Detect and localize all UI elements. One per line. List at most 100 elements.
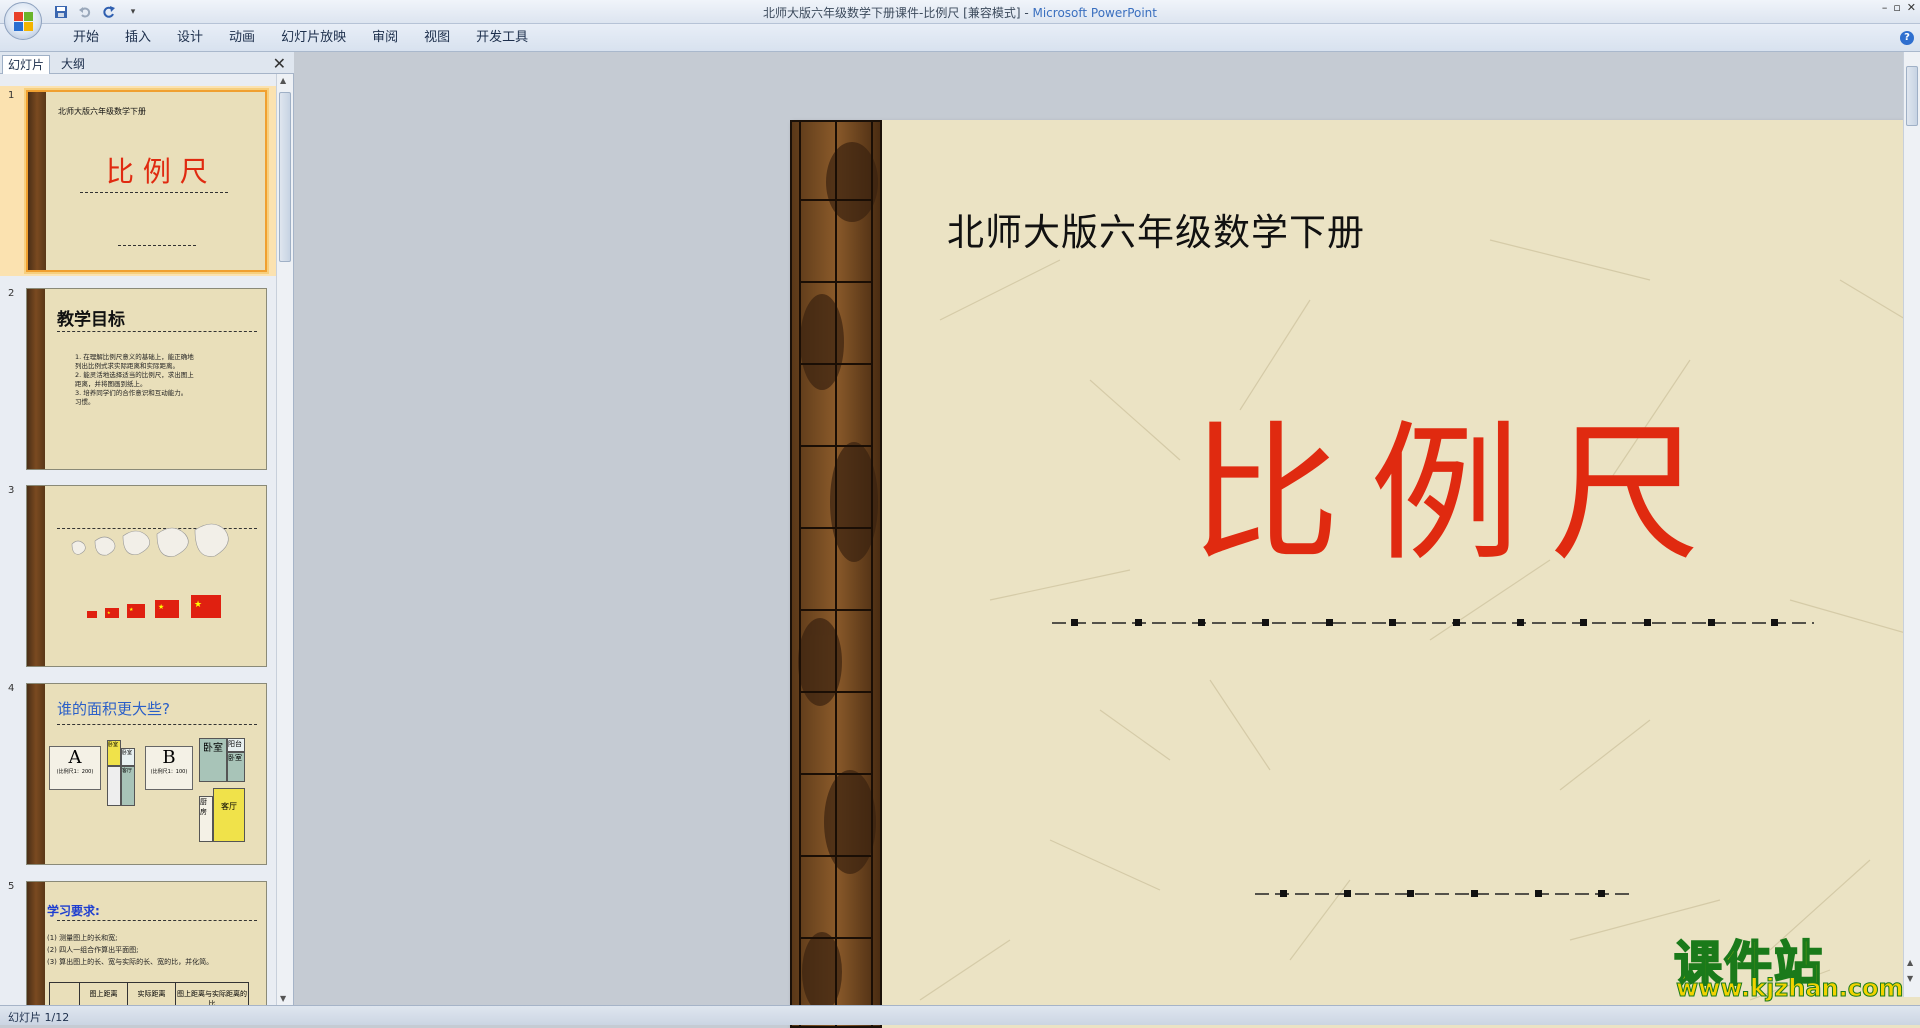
tab-animations[interactable]: 动画	[216, 30, 268, 46]
status-bar: 幻灯片 1/12	[0, 1005, 1920, 1025]
thumb-title: 谁的面积更大些?	[57, 700, 170, 718]
room: 卧室	[121, 748, 135, 766]
dotted-divider-top	[1052, 619, 1814, 626]
slide-pane: 幻灯片 大纲 ✕ 1 北师大版六年级数学下册 比 例 尺 2 教学目标 1. 在…	[0, 52, 294, 1005]
slide-subtitle[interactable]: 北师大版六年级数学下册	[947, 202, 1365, 256]
tab-home[interactable]: 开始	[60, 30, 112, 46]
thumb-divider	[118, 245, 196, 246]
slide-thumbnails: 1 北师大版六年级数学下册 比 例 尺 2 教学目标 1. 在理解比例尺意义的基…	[0, 74, 276, 1005]
thumb-body: 1. 在理解比例尺意义的基础上，能正确地 列出比例式求实际距离和实际距离。 2.…	[75, 353, 194, 407]
thumb-divider	[57, 724, 257, 725]
thumbnail-row-5[interactable]: 5 学习要求: (1) 测量图上的长和宽; (2) 四人一组合作算出平面图; (…	[0, 877, 276, 1005]
svg-text:★: ★	[194, 600, 202, 610]
thumb-body: (1) 测量图上的长和宽; (2) 四人一组合作算出平面图; (3) 算出图上的…	[47, 932, 213, 968]
scroll-down-icon[interactable]: ▼	[280, 994, 286, 1003]
scroll-up-icon[interactable]: ▲	[280, 76, 286, 85]
thumb-line: (3) 算出图上的长、宽与实际的长、宽的比，并化简。	[47, 958, 214, 966]
thumb-line: (1) 测量图上的长和宽;	[47, 934, 118, 942]
thumb-divider	[57, 331, 257, 332]
thumb-line: 距离，并将图画到纸上。	[75, 380, 147, 388]
thumb-table: 图上距离 实际距离 图上距离与实际距离的比	[49, 982, 249, 1005]
thumb-spine	[27, 684, 45, 864]
thumb-divider	[80, 192, 228, 193]
close-icon[interactable]: ✕	[1907, 1, 1916, 14]
title-bar: ▾ 北师大版六年级数学下册课件-比例尺 [兼容模式] - Microsoft P…	[0, 0, 1920, 24]
thumbnail-row-3[interactable]: 3 ★ ★ ★ ★	[0, 481, 276, 671]
slide-thumbnail-1[interactable]: 北师大版六年级数学下册 比 例 尺	[26, 90, 267, 272]
watermark-url: www.kjzhan.com	[1675, 974, 1904, 1003]
room: 厨房	[199, 796, 213, 842]
thumbnail-number: 4	[8, 683, 15, 694]
tab-slideshow[interactable]: 幻灯片放映	[268, 30, 359, 46]
scale-label: (比例尺1：200)	[56, 769, 94, 775]
minimize-icon[interactable]: –	[1882, 1, 1888, 14]
thumb-spine	[27, 289, 45, 469]
tab-view[interactable]: 视图	[411, 30, 463, 46]
table-cell: 实际距离	[128, 983, 176, 1005]
room	[107, 766, 121, 806]
thumbnail-row-4[interactable]: 4 谁的面积更大些? A (比例尺1：200) 卧室 卧室 客厅 B (比例尺1…	[0, 679, 276, 869]
office-button[interactable]	[4, 2, 42, 40]
label-b: B	[162, 747, 176, 768]
thumb-line: 列出比例式求实际距离和实际距离。	[75, 362, 179, 370]
scroll-next-slide-icon[interactable]: ▼	[1907, 974, 1913, 983]
thumbnail-number: 5	[8, 881, 15, 892]
pane-close-icon[interactable]: ✕	[273, 54, 286, 73]
help-icon[interactable]: ?	[1900, 31, 1914, 45]
thumb-spine	[28, 92, 46, 270]
ribbon-tabs: 开始 插入 设计 动画 幻灯片放映 审阅 视图 开发工具	[60, 30, 541, 46]
scroll-thumb[interactable]	[279, 92, 291, 262]
table-cell: 图上距离	[80, 983, 128, 1005]
ribbon: 开始 插入 设计 动画 幻灯片放映 审阅 视图 开发工具 ?	[0, 24, 1920, 52]
pane-tabs: 幻灯片 大纲 ✕	[0, 52, 294, 74]
thumbnail-number: 3	[8, 485, 15, 496]
thumb-line: 3. 培养同学们的合作意识和互动能力。	[75, 389, 188, 397]
floor-plan-b: B (比例尺1：100)	[145, 746, 193, 790]
pane-scrollbar[interactable]: ▲ ▼	[276, 74, 293, 1005]
office-logo-icon	[14, 12, 34, 32]
room: 客厅	[121, 766, 135, 806]
watermark-logo: 课件站 www.kjzhan.com	[1666, 924, 1906, 1004]
room: 客厅	[213, 788, 245, 842]
current-slide[interactable]: 北师大版六年级数学下册 比例尺	[790, 120, 1920, 1028]
scale-label: (比例尺1：100)	[150, 769, 188, 775]
tab-developer[interactable]: 开发工具	[463, 30, 541, 46]
thumb-line: (2) 四人一组合作算出平面图;	[47, 946, 139, 954]
tab-outline[interactable]: 大纲	[56, 55, 90, 74]
slide-thumbnail-5[interactable]: 学习要求: (1) 测量图上的长和宽; (2) 四人一组合作算出平面图; (3)…	[26, 881, 267, 1005]
thumb-subtitle: 北师大版六年级数学下册	[58, 107, 146, 116]
editor-scrollbar[interactable]: ▲ ▼	[1903, 52, 1920, 997]
floor-plan-small: 卧室 卧室 客厅	[107, 740, 137, 806]
room: 卧室	[107, 740, 121, 766]
label-a: A	[68, 747, 82, 768]
slide-thumbnail-3[interactable]: ★ ★ ★ ★	[26, 485, 267, 667]
thumbnail-row-1[interactable]: 1 北师大版六年级数学下册 比 例 尺	[0, 86, 276, 276]
window-controls: – ▫ ✕	[1882, 1, 1916, 14]
room: 卧室	[227, 752, 245, 782]
table-cell: 图上距离与实际距离的比	[177, 990, 247, 1005]
thumb-line: 1. 在理解比例尺意义的基础上，能正确地	[75, 353, 194, 361]
restore-icon[interactable]: ▫	[1893, 1, 1900, 14]
scroll-prev-slide-icon[interactable]: ▲	[1907, 958, 1913, 967]
scroll-thumb[interactable]	[1906, 66, 1918, 126]
thumb-spine	[27, 882, 45, 1005]
slide-thumbnail-4[interactable]: 谁的面积更大些? A (比例尺1：200) 卧室 卧室 客厅 B (比例尺1：1…	[26, 683, 267, 865]
thumbnail-row-2[interactable]: 2 教学目标 1. 在理解比例尺意义的基础上，能正确地 列出比例式求实际距离和实…	[0, 284, 276, 474]
document-title: 北师大版六年级数学下册课件-比例尺 [兼容模式] -	[763, 6, 1033, 20]
thumb-line: 习惯。	[75, 398, 95, 406]
svg-text:★: ★	[129, 607, 134, 613]
china-flag-icons: ★ ★ ★ ★	[87, 595, 221, 618]
slide-thumbnail-2[interactable]: 教学目标 1. 在理解比例尺意义的基础上，能正确地 列出比例式求实际距离和实际距…	[26, 288, 267, 470]
svg-text:★: ★	[158, 603, 164, 611]
table-cell	[50, 983, 80, 1005]
thumbnail-number: 2	[8, 288, 15, 299]
room: 阳台	[227, 738, 245, 752]
tab-slides[interactable]: 幻灯片	[2, 55, 51, 74]
tab-insert[interactable]: 插入	[112, 30, 164, 46]
tab-review[interactable]: 审阅	[359, 30, 411, 46]
floor-plan-a: A (比例尺1：200)	[49, 746, 101, 790]
dotted-divider-bottom	[1255, 890, 1635, 897]
tab-design[interactable]: 设计	[164, 30, 216, 46]
svg-text:★: ★	[107, 610, 111, 615]
slide-title[interactable]: 比例尺	[1190, 420, 1730, 570]
